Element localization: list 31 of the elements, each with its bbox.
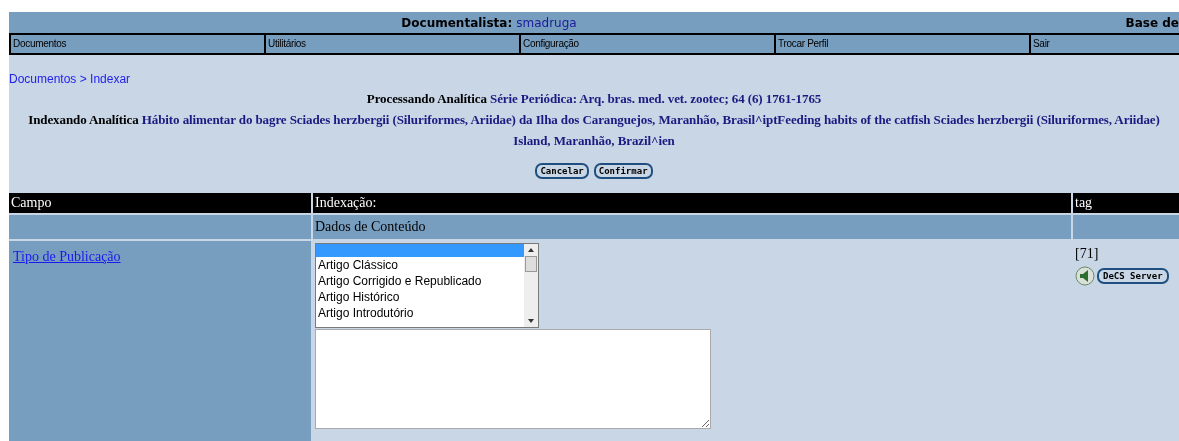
scrollbar[interactable] xyxy=(524,244,538,327)
decs-server-button[interactable]: DeCS Server xyxy=(1097,268,1169,284)
indexing-text: Island, Maranhão, Brazil^ien xyxy=(512,132,676,150)
database-label: Base de xyxy=(1125,15,1179,30)
column-header: Indexação: xyxy=(313,193,1071,213)
menu-item[interactable]: Trocar Perfil xyxy=(776,35,1031,53)
list-option[interactable]: Artigo Histórico xyxy=(316,289,524,305)
column-header: tag xyxy=(1073,193,1179,213)
list-option[interactable]: Artigo Corrigido e Republicado xyxy=(316,273,524,289)
menu-item[interactable]: Documentos xyxy=(11,35,266,53)
section-heading: Dados de Conteúdo xyxy=(313,215,1071,239)
user-name: smadruga xyxy=(516,15,577,30)
user-label: Documentalista: xyxy=(401,15,513,30)
scroll-down-icon[interactable] xyxy=(528,319,534,323)
action-button[interactable]: Confirmar xyxy=(593,163,653,179)
action-button[interactable]: Cancelar xyxy=(535,163,589,179)
processing-text: Processando Analítica Série Periódica: Arq. bras. med. vet. zootec; 64 (6) 1761-1765 xyxy=(365,90,823,108)
breadcrumb-link[interactable]: Documentos > Indexar xyxy=(9,72,1179,88)
column-header: Campo xyxy=(9,193,311,213)
text-area[interactable] xyxy=(315,329,711,429)
list-option[interactable]: Artigo Clássico xyxy=(316,257,524,273)
menu-item[interactable]: Configuração xyxy=(521,35,776,53)
scroll-up-icon[interactable] xyxy=(528,248,534,252)
speaker-icon[interactable] xyxy=(1075,265,1095,287)
indexing-text: Indexando Analítica Hábito alimentar do bagre Sciades herzbergii (Siluriformes, Ariidae) da Ilha dos Caranguejos, Maranhão, Brasil^iptFeeding habits of the catfish Sciades herzbergii (Siluriformes, Ariidae) xyxy=(27,111,1161,129)
menu-item[interactable]: Sair xyxy=(1031,35,1179,53)
option-listbox[interactable]: Artigo Clássico Artigo Corrigido e Republicado Artigo Histórico Artigo Introdutório xyxy=(315,243,539,328)
list-option[interactable]: Artigo Introdutório xyxy=(316,305,524,321)
scrollbar-thumb[interactable] xyxy=(525,256,537,272)
tag-number: [71] xyxy=(1075,246,1100,262)
menu-item[interactable]: Utilitários xyxy=(266,35,521,53)
